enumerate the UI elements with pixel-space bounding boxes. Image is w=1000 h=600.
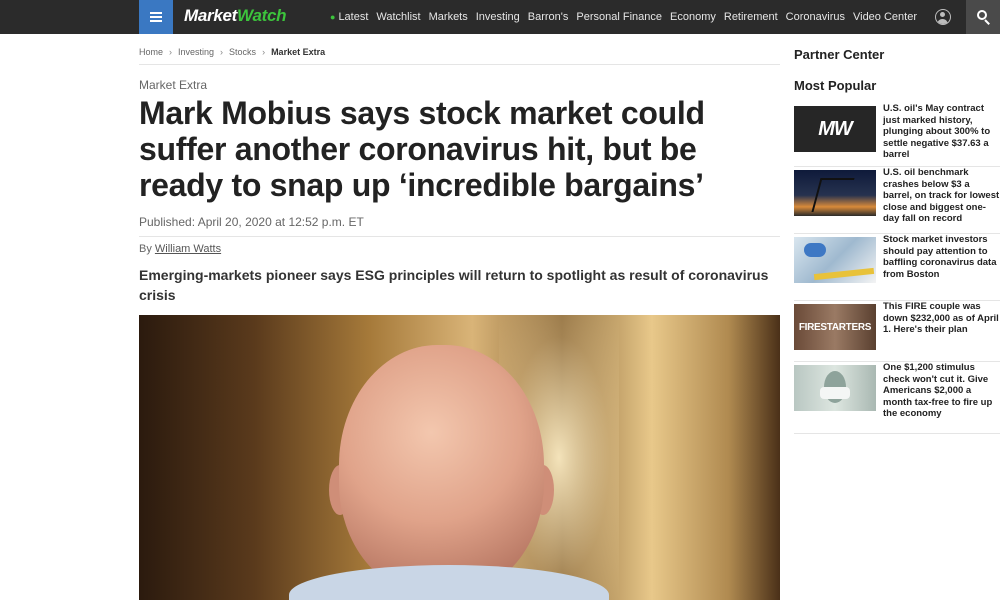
chevron-right-icon: ›: [220, 47, 224, 57]
main-nav: ● Latest Watchlist Markets Investing Bar…: [330, 0, 925, 34]
thumbnail-image[interactable]: [794, 237, 876, 283]
most-popular-heading: Most Popular: [794, 78, 877, 93]
list-item[interactable]: MW U.S. oil's May contract just marked h…: [794, 103, 1000, 167]
published-timestamp: Published: April 20, 2020 at 12:52 p.m. …: [139, 215, 364, 229]
nav-retirement[interactable]: Retirement: [724, 11, 778, 23]
popular-story-link[interactable]: This FIRE couple was down $232,000 as of…: [883, 301, 1000, 336]
hero-image: [139, 315, 780, 600]
breadcrumb-investing[interactable]: Investing: [178, 47, 214, 57]
popular-story-link[interactable]: U.S. oil's May contract just marked hist…: [883, 103, 1000, 161]
divider: [139, 236, 780, 237]
list-item[interactable]: Stock market investors should pay attent…: [794, 234, 1000, 301]
thumbnail-logo-text: MW: [818, 117, 853, 140]
nav-latest[interactable]: Latest: [338, 11, 368, 23]
thumbnail-image[interactable]: FIRESTARTERS: [794, 304, 876, 350]
author-link[interactable]: William Watts: [155, 243, 221, 255]
menu-icon: [150, 12, 162, 22]
breadcrumb-home[interactable]: Home: [139, 47, 163, 57]
user-icon[interactable]: [935, 9, 951, 25]
list-item[interactable]: FIRESTARTERS This FIRE couple was down $…: [794, 301, 1000, 362]
breadcrumb-market-extra[interactable]: Market Extra: [271, 47, 325, 57]
byline: By William Watts: [139, 243, 221, 255]
menu-button[interactable]: [139, 0, 173, 34]
nav-markets[interactable]: Markets: [429, 11, 468, 23]
popular-story-link[interactable]: One $1,200 stimulus check won't cut it. …: [883, 362, 1000, 420]
breadcrumb-stocks[interactable]: Stocks: [229, 47, 256, 57]
nav-video-center[interactable]: Video Center: [853, 11, 917, 23]
article-headline: Mark Mobius says stock market could suff…: [139, 95, 705, 203]
thumbnail-image[interactable]: [794, 170, 876, 216]
chevron-right-icon: ›: [262, 47, 266, 57]
list-item[interactable]: U.S. oil benchmark crashes below $3 a ba…: [794, 167, 1000, 234]
most-popular-list: MW U.S. oil's May contract just marked h…: [794, 103, 1000, 434]
chevron-right-icon: ›: [169, 47, 173, 57]
top-navigation-bar: MarketWatch ● Latest Watchlist Markets I…: [0, 0, 1000, 34]
thumbnail-caption: FIRESTARTERS: [798, 321, 872, 333]
article-dek: Emerging-markets pioneer says ESG princi…: [139, 267, 769, 303]
thumbnail-image[interactable]: [794, 365, 876, 411]
nav-barrons[interactable]: Barron's: [528, 11, 569, 23]
thumbnail-image[interactable]: MW: [794, 106, 876, 152]
breadcrumb: Home › Investing › Stocks › Market Extra: [139, 47, 780, 65]
popular-story-link[interactable]: Stock market investors should pay attent…: [883, 234, 1000, 280]
nav-investing[interactable]: Investing: [476, 11, 520, 23]
logo-text-market: Market: [184, 6, 238, 25]
byline-prefix: By: [139, 243, 152, 255]
nav-coronavirus[interactable]: Coronavirus: [786, 11, 845, 23]
nav-watchlist[interactable]: Watchlist: [376, 11, 420, 23]
list-item[interactable]: One $1,200 stimulus check won't cut it. …: [794, 362, 1000, 434]
nav-economy[interactable]: Economy: [670, 11, 716, 23]
marketwatch-logo[interactable]: MarketWatch: [184, 6, 287, 26]
logo-text-watch: Watch: [237, 6, 287, 25]
search-button[interactable]: [966, 0, 1000, 34]
live-dot-icon: ●: [330, 12, 336, 22]
article-kicker[interactable]: Market Extra: [139, 78, 207, 92]
nav-personal-finance[interactable]: Personal Finance: [576, 11, 662, 23]
partner-center-heading[interactable]: Partner Center: [794, 47, 884, 62]
popular-story-link[interactable]: U.S. oil benchmark crashes below $3 a ba…: [883, 167, 1000, 225]
